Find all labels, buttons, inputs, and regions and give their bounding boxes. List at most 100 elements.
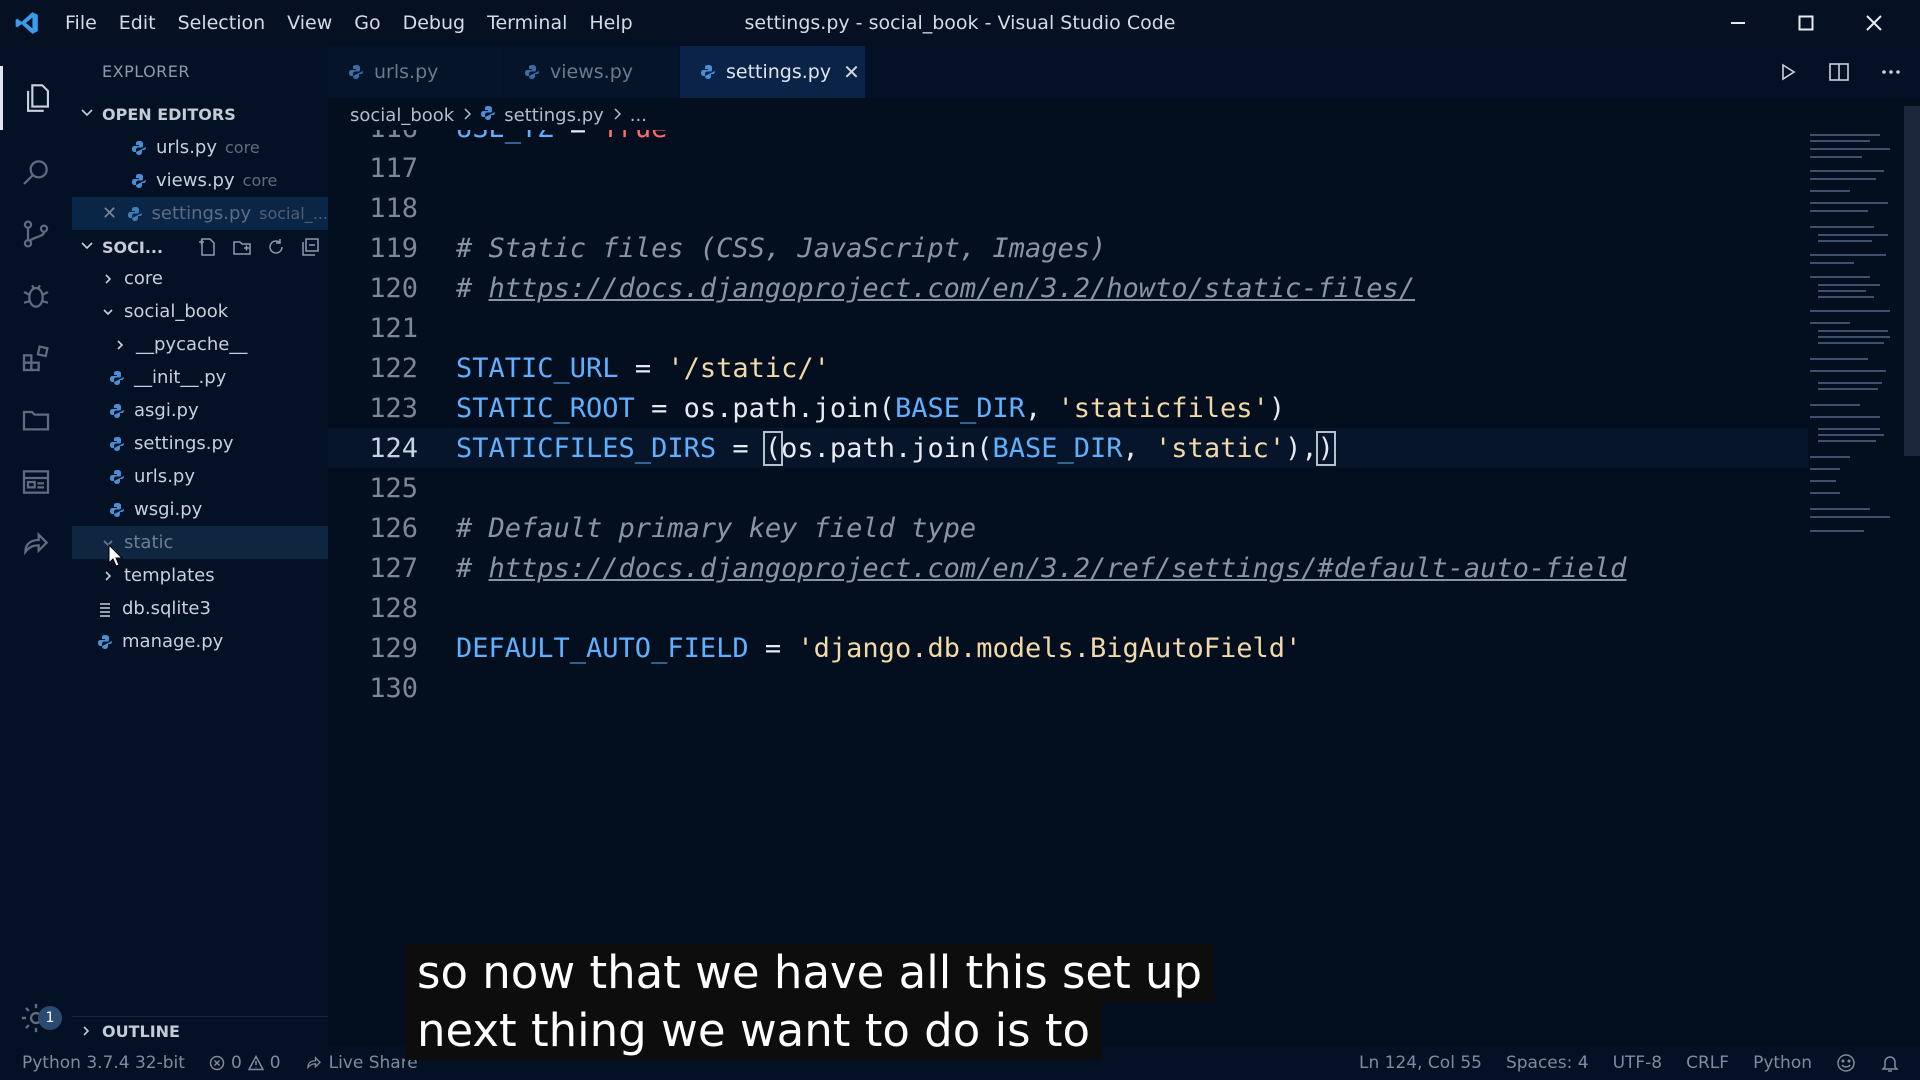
folder-label: SOCI... <box>102 237 164 257</box>
search-icon[interactable] <box>0 140 72 204</box>
python-file-icon <box>108 402 126 420</box>
menu-help[interactable]: Help <box>578 12 643 34</box>
chevron-down-icon <box>80 238 94 257</box>
minimap[interactable] <box>1808 130 1904 650</box>
minimize-button[interactable] <box>1704 0 1772 46</box>
tree-item-pycache[interactable]: __pycache__ <box>72 328 328 361</box>
tree-item-settings[interactable]: settings.py <box>72 427 328 460</box>
error-icon <box>209 1055 225 1071</box>
encoding[interactable]: UTF-8 <box>1601 1053 1675 1073</box>
folder-icon[interactable] <box>0 388 72 452</box>
tree-item-label: __pycache__ <box>136 334 248 355</box>
code-comment-link[interactable]: # https://docs.djangoproject.com/en/3.2/… <box>456 273 1415 304</box>
menu-edit[interactable]: Edit <box>108 12 167 34</box>
outline-header[interactable]: OUTLINE <box>72 1016 328 1046</box>
line-ending[interactable]: CRLF <box>1674 1053 1741 1073</box>
feedback-smiley-icon[interactable] <box>1824 1053 1868 1073</box>
python-interpreter[interactable]: Python 3.7.4 32-bit <box>0 1053 197 1073</box>
tree-item-core[interactable]: core <box>72 262 328 295</box>
python-file-icon <box>480 105 496 126</box>
source-control-icon[interactable] <box>0 202 72 266</box>
python-file-icon <box>108 435 126 453</box>
python-file-icon <box>524 64 540 80</box>
folder-header[interactable]: SOCI... <box>72 231 328 263</box>
tab-settings[interactable]: settings.py ✕ <box>680 46 866 98</box>
tree-item-asgi[interactable]: asgi.py <box>72 394 328 427</box>
refresh-icon[interactable] <box>266 237 286 257</box>
remote-explorer-icon[interactable] <box>0 450 72 514</box>
code-line: 122 STATIC_URL = '/static/' <box>328 348 1808 388</box>
tree-item-manage[interactable]: manage.py <box>72 625 328 658</box>
tree-item-init[interactable]: __init__.py <box>72 361 328 394</box>
chevron-right-icon <box>80 1022 94 1041</box>
debug-icon[interactable] <box>0 264 72 328</box>
open-editor-item-active[interactable]: ✕ settings.py social_... <box>72 197 328 230</box>
code-comment-link[interactable]: # https://docs.djangoproject.com/en/3.2/… <box>456 553 1626 584</box>
tree-item-label: asgi.py <box>134 400 199 421</box>
tree-item-db[interactable]: db.sqlite3 <box>72 592 328 625</box>
breadcrumb-file[interactable]: settings.py <box>504 105 604 126</box>
code-line-current: 124 STATICFILES_DIRS = (os.path.join(BAS… <box>328 428 1808 468</box>
breadcrumb-folder[interactable]: social_book <box>350 105 454 126</box>
menu-file[interactable]: File <box>54 12 108 34</box>
tree-item-urls[interactable]: urls.py <box>72 460 328 493</box>
open-editor-desc: social_... <box>259 204 328 223</box>
tab-views[interactable]: views.py <box>504 46 680 98</box>
problems-indicator[interactable]: 0 0 <box>197 1053 293 1073</box>
tree-item-wsgi[interactable]: wsgi.py <box>72 493 328 526</box>
explorer-sidebar: EXPLORER OPEN EDITORS urls.py core views… <box>72 46 328 1046</box>
line-number: 125 <box>369 472 418 504</box>
python-file-icon <box>130 172 148 190</box>
python-file-icon <box>130 139 148 157</box>
python-file-icon <box>108 369 126 387</box>
breadcrumb-symbol[interactable]: ... <box>630 105 647 126</box>
notifications-bell-icon[interactable] <box>1868 1053 1920 1073</box>
close-editor-icon[interactable]: ✕ <box>102 203 127 224</box>
menu-debug[interactable]: Debug <box>392 12 476 34</box>
code-line: 130 <box>328 668 1808 708</box>
new-folder-icon[interactable] <box>232 237 252 257</box>
python-file-icon <box>700 64 716 80</box>
code-line: 129 DEFAULT_AUTO_FIELD = 'django.db.mode… <box>328 628 1808 668</box>
open-editors-header[interactable]: OPEN EDITORS <box>72 98 328 130</box>
menu-view[interactable]: View <box>276 12 343 34</box>
open-editor-item[interactable]: urls.py core <box>72 131 328 164</box>
explorer-icon[interactable] <box>0 66 72 130</box>
explorer-toolbar <box>198 237 320 257</box>
extensions-icon[interactable] <box>0 326 72 390</box>
close-tab-icon[interactable]: ✕ <box>843 60 860 84</box>
line-number: 120 <box>369 272 418 304</box>
line-number: 128 <box>369 592 418 624</box>
code-line: 118 <box>328 188 1808 228</box>
tree-item-social-book[interactable]: social_book <box>72 295 328 328</box>
maximize-button[interactable] <box>1772 0 1840 46</box>
close-window-button[interactable] <box>1840 0 1908 46</box>
caption-line-1: so now that we have all this set up <box>405 944 1215 1002</box>
split-editor-icon[interactable] <box>1828 61 1850 83</box>
new-file-icon[interactable] <box>198 237 218 257</box>
open-editor-name: settings.py <box>151 203 252 224</box>
menu-selection[interactable]: Selection <box>167 12 277 34</box>
run-icon[interactable] <box>1778 62 1798 82</box>
code-comment: # Default primary key field type <box>456 512 977 544</box>
live-share-icon[interactable] <box>0 512 72 576</box>
tab-label: views.py <box>550 61 633 83</box>
indentation[interactable]: Spaces: 4 <box>1494 1053 1601 1073</box>
code-line: 127 # https://docs.djangoproject.com/en/… <box>328 548 1808 588</box>
collapse-all-icon[interactable] <box>300 237 320 257</box>
more-actions-icon[interactable] <box>1880 61 1902 83</box>
menu-terminal[interactable]: Terminal <box>476 12 578 34</box>
open-editor-item[interactable]: views.py core <box>72 164 328 197</box>
code-editor[interactable]: 116 USE_TZ = True 117 118 119 # Static f… <box>328 130 1808 1046</box>
tree-item-label: settings.py <box>134 433 234 454</box>
vertical-scrollbar[interactable] <box>1904 106 1920 456</box>
python-file-icon <box>108 468 126 486</box>
tab-urls[interactable]: urls.py <box>328 46 504 98</box>
cursor-position[interactable]: Ln 124, Col 55 <box>1347 1053 1494 1073</box>
language-mode[interactable]: Python <box>1741 1053 1824 1073</box>
menu-go[interactable]: Go <box>343 12 391 34</box>
breadcrumb: social_book settings.py ... <box>350 100 647 130</box>
tree-item-label: urls.py <box>134 466 195 487</box>
tree-item-label: social_book <box>124 301 229 322</box>
chevron-down-icon <box>80 105 94 124</box>
